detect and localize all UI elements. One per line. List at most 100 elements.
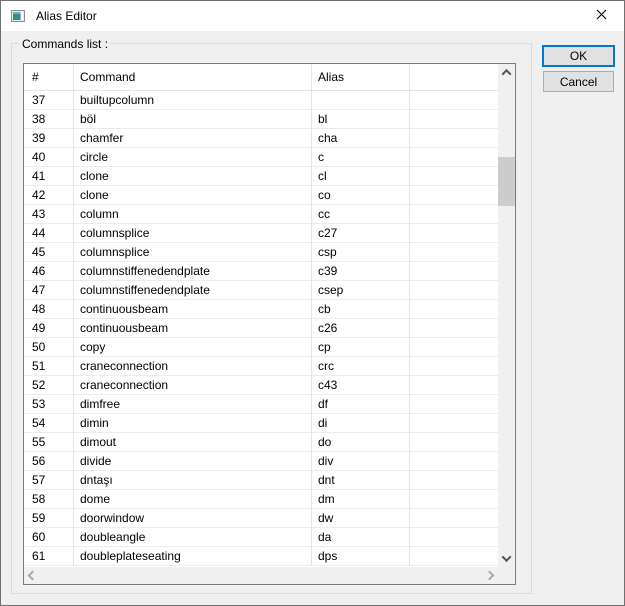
table-row[interactable]: 42 clone co <box>24 186 498 205</box>
row-number-cell[interactable]: 42 <box>24 186 74 205</box>
extra-cell[interactable] <box>410 376 498 395</box>
extra-cell[interactable] <box>410 148 498 167</box>
scroll-up-button[interactable] <box>498 64 515 81</box>
extra-cell[interactable] <box>410 319 498 338</box>
table-row[interactable]: 51 craneconnection crc <box>24 357 498 376</box>
extra-cell[interactable] <box>410 471 498 490</box>
table-row[interactable]: 50 copy cp <box>24 338 498 357</box>
extra-cell[interactable] <box>410 395 498 414</box>
table-row[interactable]: 46 columnstiffenedendplate c39 <box>24 262 498 281</box>
command-cell[interactable]: craneconnection <box>74 376 312 395</box>
extra-cell[interactable] <box>410 300 498 319</box>
extra-cell[interactable] <box>410 414 498 433</box>
table-row[interactable]: 45 columnsplice csp <box>24 243 498 262</box>
alias-cell[interactable]: dps <box>312 547 410 566</box>
command-cell[interactable]: columnsplice <box>74 243 312 262</box>
command-cell[interactable]: böl <box>74 110 312 129</box>
command-cell[interactable]: clone <box>74 167 312 186</box>
command-cell[interactable]: dimin <box>74 414 312 433</box>
extra-cell[interactable] <box>410 91 498 110</box>
alias-cell[interactable]: c43 <box>312 376 410 395</box>
scroll-down-button[interactable] <box>498 550 515 567</box>
alias-cell[interactable]: csp <box>312 243 410 262</box>
table-row[interactable]: 39 chamfer cha <box>24 129 498 148</box>
extra-cell[interactable] <box>410 509 498 528</box>
row-number-cell[interactable]: 52 <box>24 376 74 395</box>
table-row[interactable]: 44 columnsplice c27 <box>24 224 498 243</box>
command-cell[interactable]: chamfer <box>74 129 312 148</box>
command-cell[interactable]: dimfree <box>74 395 312 414</box>
row-number-cell[interactable]: 49 <box>24 319 74 338</box>
row-number-cell[interactable]: 47 <box>24 281 74 300</box>
extra-cell[interactable] <box>410 224 498 243</box>
extra-cell[interactable] <box>410 167 498 186</box>
extra-cell[interactable] <box>410 357 498 376</box>
command-cell[interactable]: builtupcolumn <box>74 91 312 110</box>
command-cell[interactable]: doorwindow <box>74 509 312 528</box>
alias-cell[interactable]: do <box>312 433 410 452</box>
close-button[interactable] <box>579 1 624 30</box>
extra-cell[interactable] <box>410 281 498 300</box>
row-number-cell[interactable]: 45 <box>24 243 74 262</box>
ok-button[interactable]: OK <box>542 45 615 67</box>
table-row[interactable]: 56 divide div <box>24 452 498 471</box>
command-cell[interactable]: column <box>74 205 312 224</box>
header-alias[interactable]: Alias <box>312 64 410 90</box>
alias-cell[interactable]: dm <box>312 490 410 509</box>
row-number-cell[interactable]: 44 <box>24 224 74 243</box>
extra-cell[interactable] <box>410 186 498 205</box>
scroll-left-button[interactable] <box>24 567 41 584</box>
vertical-scrollbar[interactable] <box>498 64 515 567</box>
table-row[interactable]: 58 dome dm <box>24 490 498 509</box>
table-row[interactable]: 59 doorwindow dw <box>24 509 498 528</box>
alias-cell[interactable]: csep <box>312 281 410 300</box>
command-cell[interactable]: dimout <box>74 433 312 452</box>
alias-cell[interactable]: bl <box>312 110 410 129</box>
table-row[interactable]: 60 doubleangle da <box>24 528 498 547</box>
cancel-button[interactable]: Cancel <box>543 71 614 92</box>
extra-cell[interactable] <box>410 547 498 566</box>
alias-cell[interactable]: crc <box>312 357 410 376</box>
alias-cell[interactable]: dnt <box>312 471 410 490</box>
command-cell[interactable]: divide <box>74 452 312 471</box>
table-row[interactable]: 38 böl bl <box>24 110 498 129</box>
alias-cell[interactable]: cp <box>312 338 410 357</box>
alias-cell[interactable]: co <box>312 186 410 205</box>
table-row[interactable]: 55 dimout do <box>24 433 498 452</box>
extra-cell[interactable] <box>410 205 498 224</box>
horizontal-scrollbar[interactable] <box>24 567 498 584</box>
row-number-cell[interactable]: 57 <box>24 471 74 490</box>
alias-cell[interactable]: c27 <box>312 224 410 243</box>
command-cell[interactable]: circle <box>74 148 312 167</box>
extra-cell[interactable] <box>410 528 498 547</box>
extra-cell[interactable] <box>410 490 498 509</box>
alias-cell[interactable]: dw <box>312 509 410 528</box>
row-number-cell[interactable]: 46 <box>24 262 74 281</box>
table-row[interactable]: 61 doubleplateseating dps <box>24 547 498 566</box>
row-number-cell[interactable]: 39 <box>24 129 74 148</box>
extra-cell[interactable] <box>410 338 498 357</box>
header-number[interactable]: # <box>24 64 74 90</box>
alias-cell[interactable]: c39 <box>312 262 410 281</box>
table-row[interactable]: 48 continuousbeam cb <box>24 300 498 319</box>
table-row[interactable]: 43 column cc <box>24 205 498 224</box>
alias-cell[interactable]: c26 <box>312 319 410 338</box>
row-number-cell[interactable]: 56 <box>24 452 74 471</box>
row-number-cell[interactable]: 54 <box>24 414 74 433</box>
extra-cell[interactable] <box>410 433 498 452</box>
command-cell[interactable]: continuousbeam <box>74 319 312 338</box>
table-row[interactable]: 57 dntaşı dnt <box>24 471 498 490</box>
command-cell[interactable]: columnsplice <box>74 224 312 243</box>
row-number-cell[interactable]: 37 <box>24 91 74 110</box>
row-number-cell[interactable]: 43 <box>24 205 74 224</box>
row-number-cell[interactable]: 61 <box>24 547 74 566</box>
row-number-cell[interactable]: 53 <box>24 395 74 414</box>
table-row[interactable]: 41 clone cl <box>24 167 498 186</box>
alias-cell[interactable]: c <box>312 148 410 167</box>
table-row[interactable]: 53 dimfree df <box>24 395 498 414</box>
command-cell[interactable]: doubleplateseating <box>74 547 312 566</box>
alias-cell[interactable] <box>312 91 410 110</box>
vertical-scroll-thumb[interactable] <box>498 157 515 206</box>
command-cell[interactable]: copy <box>74 338 312 357</box>
table-row[interactable]: 52 craneconnection c43 <box>24 376 498 395</box>
